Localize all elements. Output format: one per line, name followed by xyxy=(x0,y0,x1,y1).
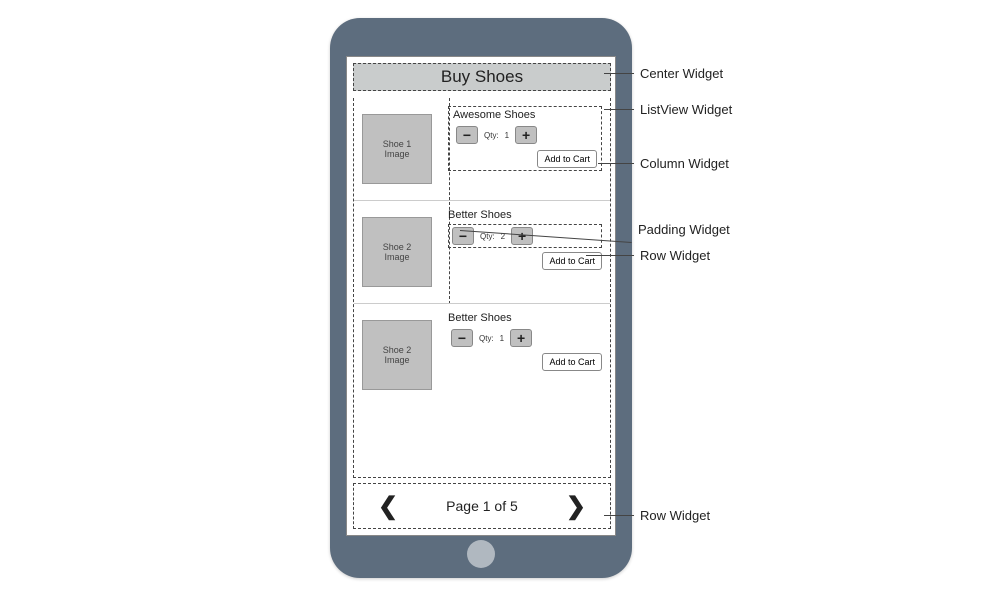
page-title: Buy Shoes xyxy=(441,67,523,87)
add-to-cart-button[interactable]: Add to Cart xyxy=(537,150,597,168)
pagination-row-widget: ❮ Page 1 of 5 ❯ xyxy=(353,483,611,529)
annotation-row: Row Widget xyxy=(640,248,710,263)
home-button-icon xyxy=(467,540,495,568)
screen: Buy Shoes Shoe 1 Image Awesome Shoes − Q… xyxy=(346,56,616,536)
annotation-row2: Row Widget xyxy=(640,508,710,523)
column-widget: Better Shoes − Qty: 1 + Add to Cart xyxy=(448,312,602,371)
decrement-button[interactable]: − xyxy=(456,126,478,144)
qty-value: 1 xyxy=(500,334,504,343)
phone-frame: Buy Shoes Shoe 1 Image Awesome Shoes − Q… xyxy=(330,18,632,578)
product-title: Better Shoes xyxy=(448,312,602,324)
qty-row: − Qty: 1 + xyxy=(448,327,602,349)
increment-button[interactable]: + xyxy=(510,329,532,347)
increment-button[interactable]: + xyxy=(515,126,537,144)
listview-widget: Shoe 1 Image Awesome Shoes − Qty: 1 + Ad… xyxy=(353,98,611,478)
header-center-widget: Buy Shoes xyxy=(353,63,611,91)
product-image: Shoe 2 Image xyxy=(362,217,432,287)
product-image: Shoe 1 Image xyxy=(362,114,432,184)
product-image: Shoe 2 Image xyxy=(362,320,432,390)
annotation-listview: ListView Widget xyxy=(640,102,732,117)
qty-row: − Qty: 1 + xyxy=(453,124,597,146)
annotation-center: Center Widget xyxy=(640,66,723,81)
chevron-right-icon[interactable]: ❯ xyxy=(566,492,586,521)
annotation-padding: Padding Widget xyxy=(638,222,730,237)
qty-label: Qty: xyxy=(479,334,494,343)
list-item: Shoe 1 Image Awesome Shoes − Qty: 1 + Ad… xyxy=(354,98,610,201)
annotation-column: Column Widget xyxy=(640,156,729,171)
add-to-cart-button[interactable]: Add to Cart xyxy=(542,353,602,371)
qty-label: Qty: xyxy=(484,131,499,140)
product-title: Awesome Shoes xyxy=(453,109,597,121)
page-text: Page 1 of 5 xyxy=(446,498,518,514)
decrement-button[interactable]: − xyxy=(451,329,473,347)
chevron-left-icon[interactable]: ❮ xyxy=(378,492,398,521)
column-widget: Awesome Shoes − Qty: 1 + Add to Cart xyxy=(448,106,602,171)
qty-value: 1 xyxy=(505,131,509,140)
list-item: Shoe 2 Image Better Shoes − Qty: 1 + Add… xyxy=(354,304,610,407)
